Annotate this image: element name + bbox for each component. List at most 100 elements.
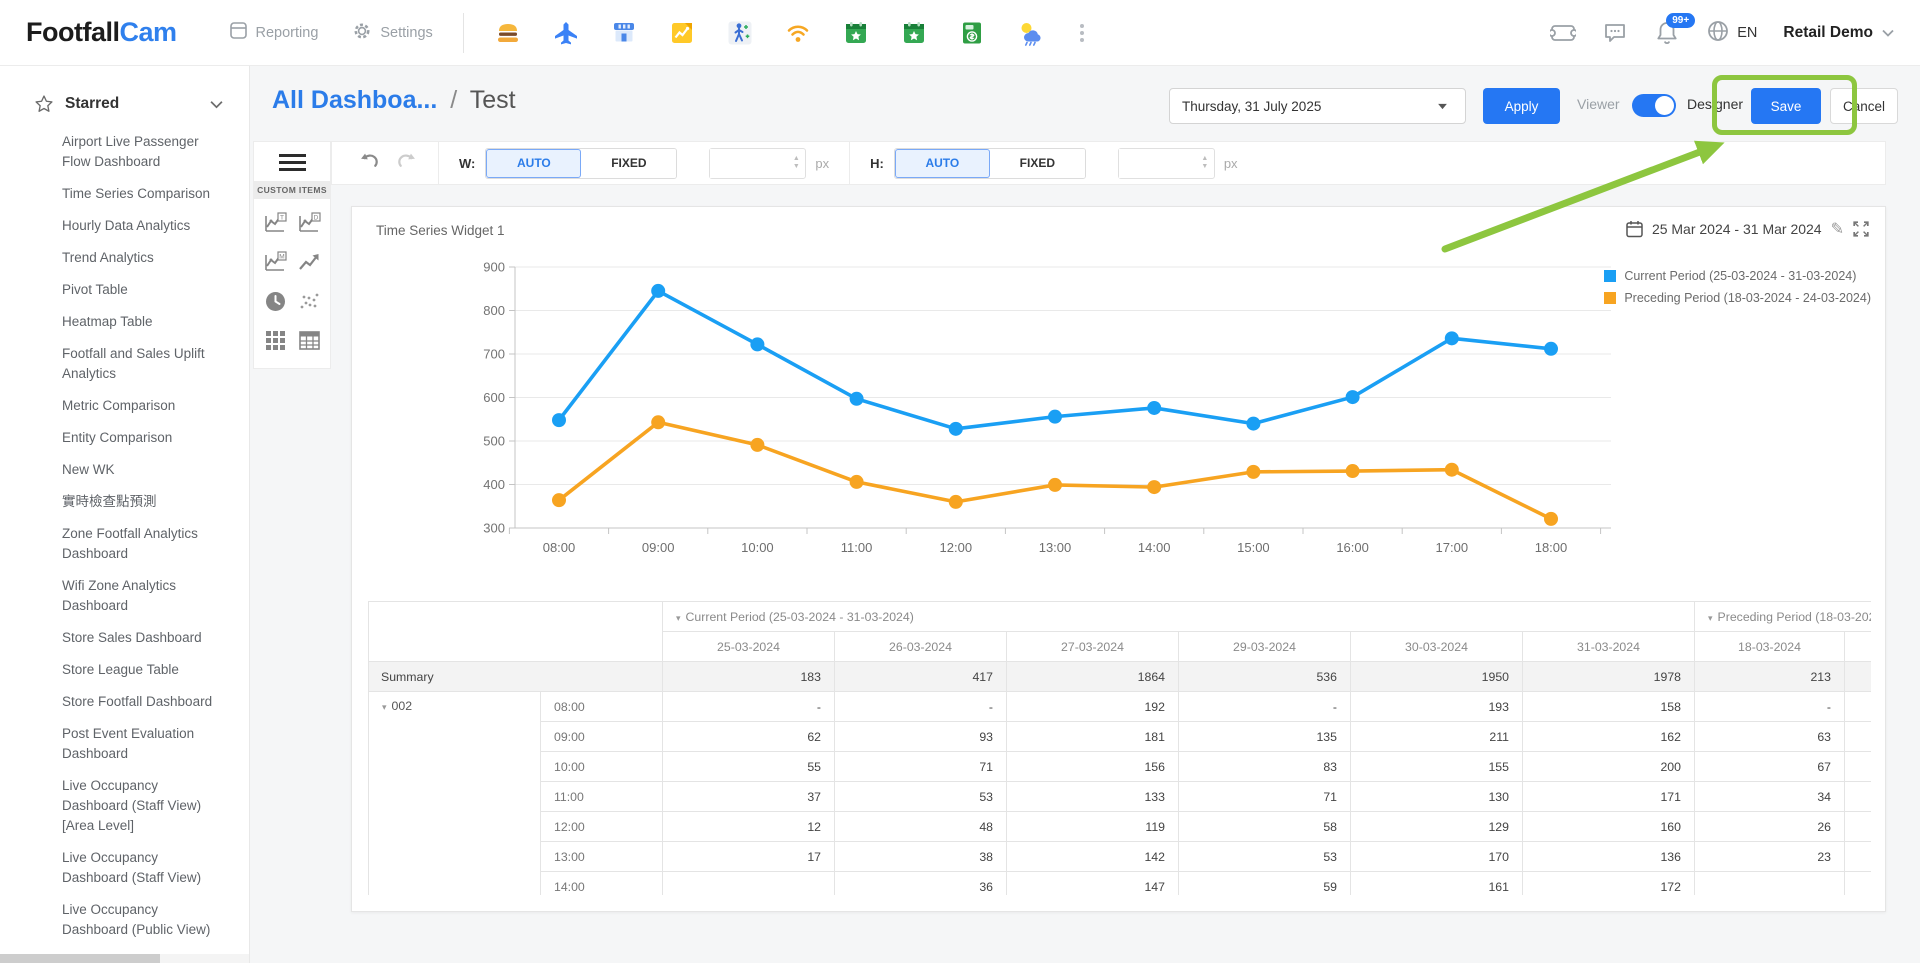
time-cell: 14:00 [541,872,663,896]
designer-label: Designer [1687,96,1743,112]
width-fixed-button[interactable]: FIXED [581,149,676,178]
sidebar-item[interactable]: Footfall and Sales Uplift Analytics [62,344,219,384]
sidebar-item[interactable]: Post Event Evaluation Dashboard [62,724,219,764]
svg-text:D: D [313,215,318,222]
custom-items-panel: CUSTOM ITEMS T D M [253,141,331,369]
calendar-event-icon[interactable] [842,19,870,47]
table-cell: 161 [1351,872,1523,896]
sidebar-horizontal-scrollbar[interactable] [0,954,249,963]
table-cell: 160 [1523,812,1695,842]
legend-swatch [1604,292,1616,304]
comment-icon[interactable] [1602,20,1628,46]
sidebar-item[interactable]: 實時檢查點預測 [62,492,219,512]
sidebar-item[interactable]: Airport Live Passenger Flow Dashboard [62,132,219,172]
height-fixed-button[interactable]: FIXED [990,149,1085,178]
timeseries-d-chart-icon[interactable]: D [297,211,322,236]
calendar-event-2-icon[interactable] [900,19,928,47]
nav-reporting[interactable]: Reporting [229,21,319,44]
sidebar-item[interactable]: Pivot Table [62,280,219,300]
svg-text:10:00: 10:00 [741,540,774,555]
table-widget-icon[interactable] [297,328,322,353]
footfallcam-logo[interactable]: FootfallCam [26,17,177,48]
sidebar-item[interactable]: Store League Table [62,660,219,680]
width-mode-segment: AUTO FIXED [485,148,677,179]
analytics-icon[interactable] [668,19,696,47]
overflow-menu-icon[interactable] [1080,24,1084,42]
sidebar-item[interactable]: Wifi Zone Analytics Dashboard [62,576,219,616]
date-picker[interactable]: Thursday, 31 July 2025 [1169,88,1466,124]
table-cell: 192 [1007,692,1179,722]
sidebar-item[interactable]: Heatmap Table [62,312,219,332]
height-input-group: ▲▼ [1118,148,1215,179]
ticket-icon[interactable] [1550,20,1576,46]
table-cell: 130 [1351,782,1523,812]
breadcrumb-parent[interactable]: All Dashboa... [272,86,437,114]
table-date-header: 29-03-2024 [1179,632,1351,662]
flights-icon[interactable] [552,19,580,47]
edit-pencil-icon[interactable]: ✎ [1831,219,1844,239]
timeseries-t-chart-icon[interactable]: T [263,211,288,236]
save-button[interactable]: Save [1751,88,1821,124]
sidebar-item[interactable]: Zone Footfall Analytics Dashboard [62,524,219,564]
width-stepper[interactable]: ▲▼ [787,149,805,178]
menu-hamburger-icon[interactable] [279,154,306,171]
undo-icon[interactable] [358,149,381,177]
burger-icon[interactable] [494,19,522,47]
timeseries-chart[interactable]: 30040050060070080090008:0009:0010:0011:0… [368,257,1618,569]
top-navbar: FootfallCam Reporting Settings [0,0,1920,66]
pedestrian-icon[interactable] [726,19,754,47]
table-cell: 147 [1007,872,1179,896]
table-cell: 536 [1179,662,1351,692]
legend-label: Current Period (25-03-2024 - 31-03-2024) [1624,269,1856,283]
height-auto-button[interactable]: AUTO [895,149,990,178]
table-cell: 156 [1007,752,1179,782]
store-icon[interactable] [610,19,638,47]
app-icon-row [494,19,1084,47]
table-cell: 417 [835,662,1007,692]
sidebar-item[interactable]: Live Occupancy Dashboard (Staff View) [62,848,219,888]
height-input[interactable] [1119,149,1196,178]
wifi-icon[interactable] [784,19,812,47]
sidebar-item[interactable]: Hourly Data Analytics [62,216,219,236]
cancel-button[interactable]: Cancel [1830,88,1898,124]
table-group-header[interactable]: ▾Preceding Period (18-03-2024 - 24 [1695,602,1872,632]
svg-text:08:00: 08:00 [543,540,576,555]
redo-icon[interactable] [395,149,418,177]
scatter-plot-icon[interactable] [297,289,322,314]
row-group-cell[interactable]: ▾002 [369,692,541,896]
pivot-table-container[interactable]: ▾Current Period (25-03-2024 - 31-03-2024… [368,601,1871,895]
sidebar-item[interactable]: Time Series Comparison [62,184,219,204]
starred-section-header[interactable]: Starred [0,66,249,114]
sidebar-item[interactable]: New WK [62,460,219,480]
table-cell: 67 [1695,752,1845,782]
sidebar-item[interactable]: Trend Analytics [62,248,219,268]
viewer-designer-toggle[interactable] [1632,94,1676,117]
apply-button[interactable]: Apply [1483,88,1560,124]
width-auto-button[interactable]: AUTO [486,149,581,178]
bell-icon[interactable]: 99+ [1654,20,1680,46]
breadcrumb-current: Test [470,86,516,114]
legend-item[interactable]: Preceding Period (18-03-2024 - 24-03-202… [1604,291,1871,305]
sidebar-item[interactable]: Live Occupancy Dashboard (Staff View) [A… [62,776,219,836]
legend-item[interactable]: Current Period (25-03-2024 - 31-03-2024) [1604,269,1871,283]
clock-icon[interactable] [263,289,288,314]
fullscreen-icon[interactable] [1853,221,1869,237]
language-selector[interactable]: EN [1706,19,1757,47]
weather-icon[interactable] [1016,19,1044,47]
table-cell [1845,722,1872,752]
sidebar-item[interactable]: Live Occupancy Dashboard (Public View) [62,900,219,940]
height-stepper[interactable]: ▲▼ [1196,149,1214,178]
trend-line-icon[interactable] [297,250,322,275]
timeseries-m-chart-icon[interactable]: M [263,250,288,275]
sidebar-item[interactable]: Store Footfall Dashboard [62,692,219,712]
width-input[interactable] [710,149,787,178]
legend-swatch [1604,270,1616,282]
sidebar-item[interactable]: Store Sales Dashboard [62,628,219,648]
account-menu[interactable]: Retail Demo [1783,24,1894,42]
sidebar-item[interactable]: Metric Comparison [62,396,219,416]
sidebar-item[interactable]: Entity Comparison [62,428,219,448]
nav-settings[interactable]: Settings [352,21,432,45]
cash-register-icon[interactable] [958,19,986,47]
grid-widget-icon[interactable] [263,328,288,353]
table-group-header[interactable]: ▾Current Period (25-03-2024 - 31-03-2024… [663,602,1695,632]
